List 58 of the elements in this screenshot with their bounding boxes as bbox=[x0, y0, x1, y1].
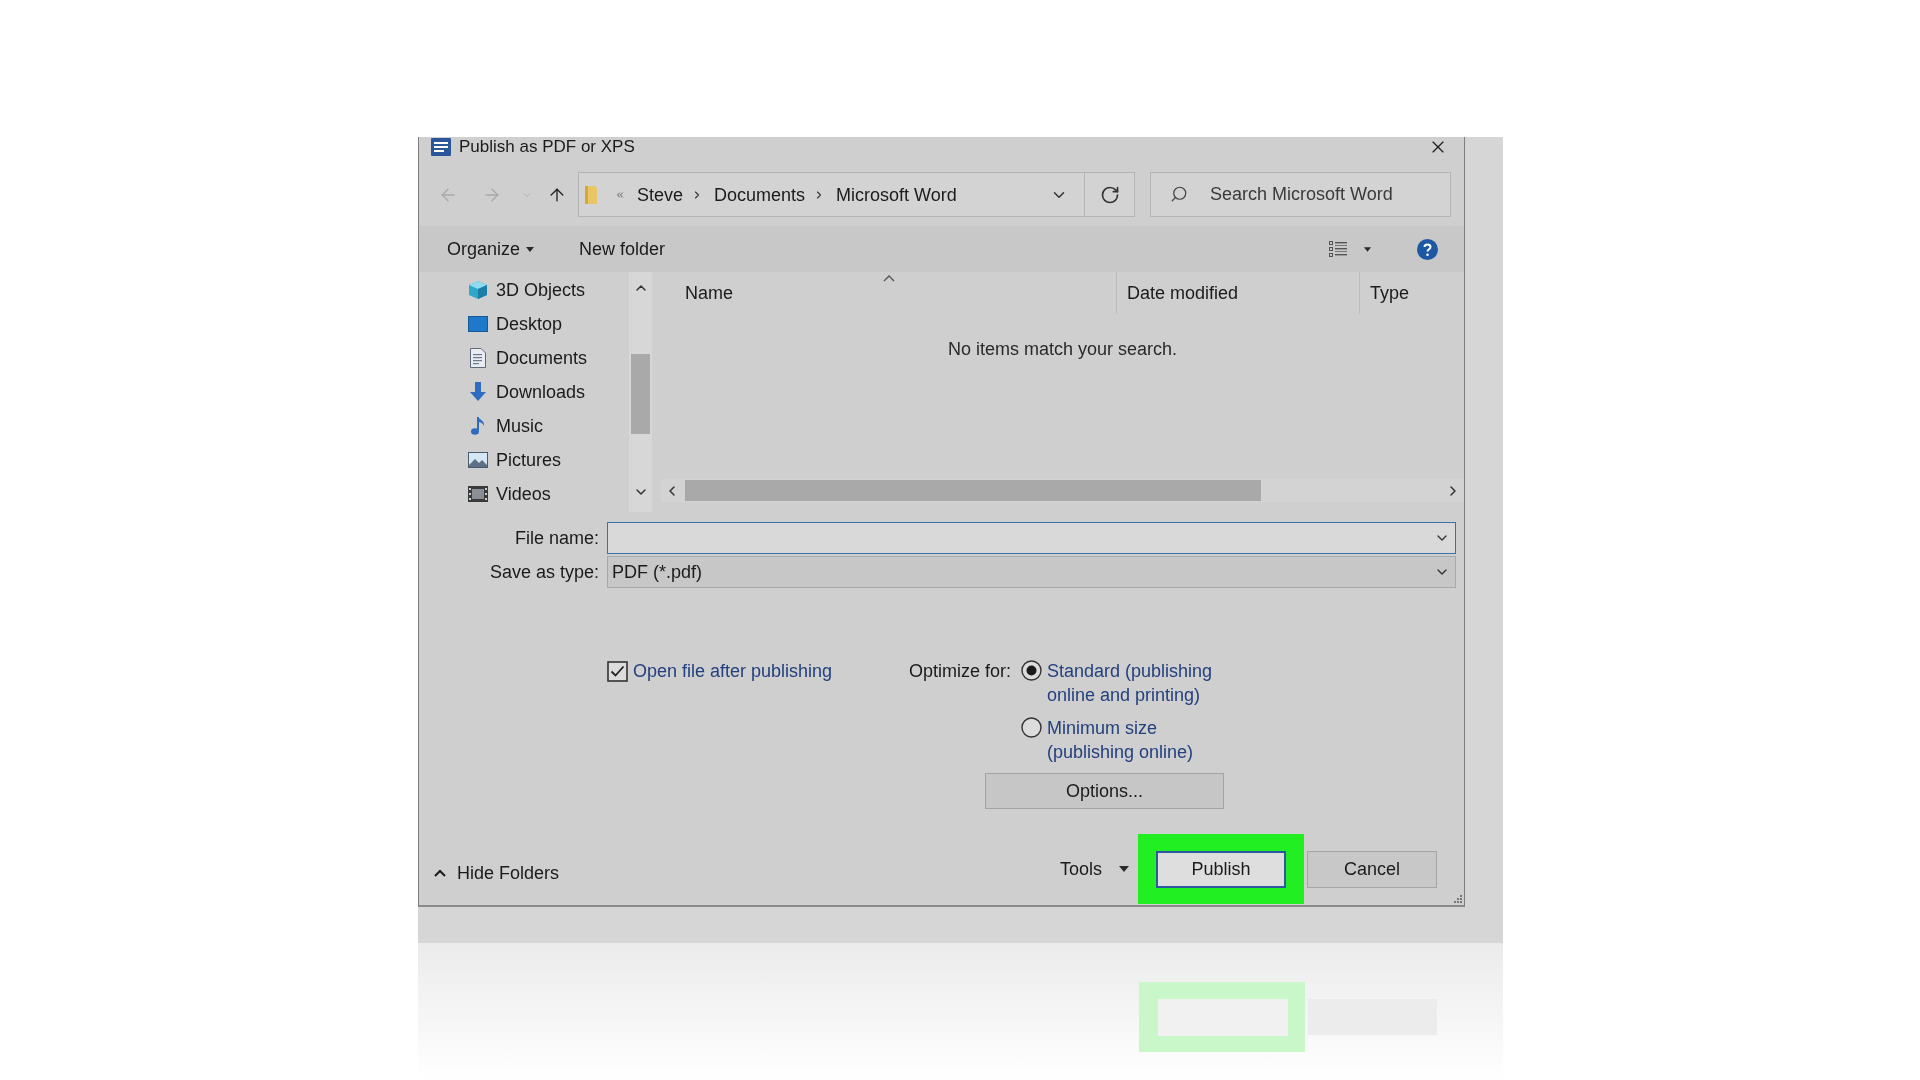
cube-icon bbox=[468, 280, 488, 300]
sidebar-item[interactable]: Pictures bbox=[419, 443, 629, 477]
download-arrow-icon bbox=[469, 382, 487, 402]
column-header[interactable]: Type bbox=[1360, 272, 1410, 314]
radio-button[interactable] bbox=[1021, 717, 1042, 738]
tools-menu-button[interactable]: Tools bbox=[1050, 851, 1138, 887]
checkbox[interactable] bbox=[607, 660, 628, 682]
optimize-label: Optimize for: bbox=[909, 660, 1012, 683]
sidebar-item[interactable]: Documents bbox=[419, 341, 629, 375]
sidebar-item[interactable]: Downloads bbox=[419, 375, 629, 409]
film-icon bbox=[468, 486, 488, 502]
breadcrumb-item[interactable]: Documents bbox=[714, 183, 806, 206]
column-header[interactable]: Name bbox=[661, 272, 1117, 314]
toolbar-button[interactable]: New folder bbox=[571, 231, 674, 267]
refresh-icon bbox=[1099, 184, 1120, 205]
breadcrumb-item[interactable]: Microsoft Word bbox=[836, 183, 957, 206]
address-bar[interactable]: Steve Documents Microsoft Word bbox=[578, 172, 1085, 217]
dialog-button[interactable]: Publish bbox=[1156, 850, 1286, 888]
caret-down-icon[interactable] bbox=[1364, 246, 1371, 252]
field-label: Save as type: bbox=[489, 561, 599, 584]
document-icon bbox=[470, 348, 486, 368]
input-field[interactable] bbox=[607, 522, 1456, 554]
window-title: Publish as PDF or XPS bbox=[459, 137, 636, 157]
sidebar-item[interactable]: Videos bbox=[419, 477, 629, 511]
folder-icon bbox=[585, 185, 597, 204]
options-button[interactable]: Options... bbox=[985, 773, 1224, 809]
vertical-scrollbar[interactable] bbox=[629, 272, 652, 512]
column-header[interactable]: Date modified bbox=[1117, 272, 1360, 314]
document-app-icon bbox=[431, 138, 451, 156]
monitor-icon bbox=[468, 316, 488, 332]
scrollbar-thumb[interactable] bbox=[631, 354, 650, 434]
sidebar-item[interactable]: Music bbox=[419, 409, 629, 443]
scrollbar-thumb[interactable] bbox=[685, 480, 1261, 501]
dialog-button[interactable]: Cancel bbox=[1307, 850, 1437, 888]
radio-label[interactable]: Minimum size (publishing online) bbox=[1047, 716, 1194, 764]
caret-up-icon[interactable] bbox=[434, 869, 446, 877]
caret-down-icon[interactable] bbox=[1119, 866, 1129, 872]
refresh-button[interactable] bbox=[1085, 172, 1135, 217]
caret-down-icon[interactable] bbox=[526, 246, 535, 252]
list-view-icon[interactable] bbox=[1329, 241, 1347, 257]
organize-menu-button[interactable]: Organize bbox=[439, 231, 543, 267]
checkbox-label[interactable]: Open file after publishing bbox=[633, 659, 833, 683]
radio-button[interactable] bbox=[1021, 660, 1042, 681]
music-note-icon bbox=[470, 416, 486, 436]
field-label: File name: bbox=[514, 527, 599, 550]
sidebar-item[interactable]: 3D Objects bbox=[419, 273, 629, 307]
picture-icon bbox=[468, 452, 488, 468]
hide-folders-button[interactable]: Hide Folders bbox=[434, 862, 560, 884]
dropdown-field[interactable]: PDF (*.pdf) bbox=[607, 556, 1456, 588]
sidebar-item[interactable]: Desktop bbox=[419, 307, 629, 341]
radio-label[interactable]: Standard (publishing online and printing) bbox=[1047, 659, 1213, 707]
help-icon[interactable] bbox=[1417, 238, 1438, 260]
horizontal-scrollbar[interactable] bbox=[661, 479, 1464, 502]
resize-grip-icon[interactable] bbox=[1454, 895, 1462, 903]
empty-message: No items match your search. bbox=[947, 338, 1178, 360]
search-field[interactable]: Search Microsoft Word bbox=[1150, 172, 1451, 217]
breadcrumb-item[interactable]: Steve bbox=[637, 183, 684, 206]
search-icon bbox=[1170, 185, 1188, 203]
